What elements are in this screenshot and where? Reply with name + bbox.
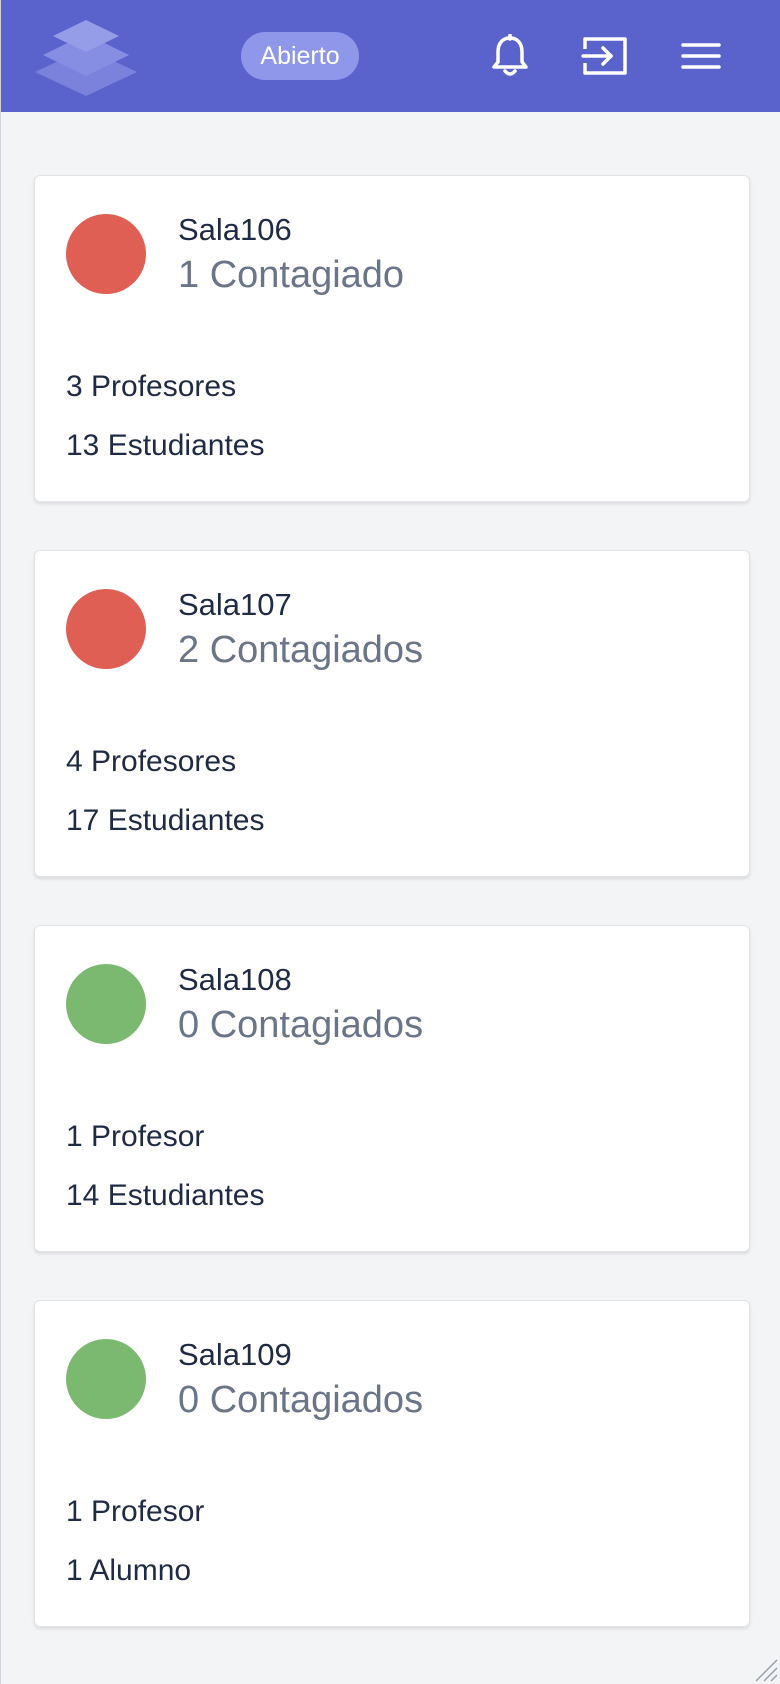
status-indicator	[66, 214, 146, 294]
status-indicator	[66, 589, 146, 669]
infected-count: 2 Contagiados	[178, 629, 424, 671]
room-card[interactable]: Sala107 2 Contagiados 4 Profesores 17 Es…	[34, 550, 750, 877]
status-indicator	[66, 1339, 146, 1419]
top-bar: Abierto	[1, 0, 780, 112]
app-frame: Abierto Sala106 1 Contagiado 3 Profesore…	[0, 0, 780, 1684]
infected-count: 0 Contagiados	[178, 1004, 424, 1046]
status-indicator	[66, 964, 146, 1044]
student-count: 14 Estudiantes	[66, 1179, 265, 1212]
room-card[interactable]: Sala106 1 Contagiado 3 Profesores 13 Est…	[34, 175, 750, 502]
resize-grip-icon[interactable]	[752, 1656, 778, 1682]
room-name: Sala108	[178, 962, 292, 997]
teacher-count: 1 Profesor	[66, 1120, 205, 1153]
login-icon[interactable]	[579, 30, 631, 82]
student-count: 13 Estudiantes	[66, 429, 265, 462]
infected-count: 1 Contagiado	[178, 254, 405, 296]
room-name: Sala107	[178, 587, 292, 622]
teacher-count: 3 Profesores	[66, 370, 237, 403]
bell-icon[interactable]	[484, 30, 536, 82]
room-name: Sala109	[178, 1337, 292, 1372]
layers-logo-icon[interactable]	[31, 18, 141, 106]
room-card[interactable]: Sala108 0 Contagiados 1 Profesor 14 Estu…	[34, 925, 750, 1252]
menu-icon[interactable]	[675, 30, 727, 82]
teacher-count: 4 Profesores	[66, 745, 237, 778]
status-badge[interactable]: Abierto	[241, 32, 359, 80]
infected-count: 0 Contagiados	[178, 1379, 424, 1421]
room-card[interactable]: Sala109 0 Contagiados 1 Profesor 1 Alumn…	[34, 1300, 750, 1627]
room-name: Sala106	[178, 212, 292, 247]
teacher-count: 1 Profesor	[66, 1495, 205, 1528]
student-count: 17 Estudiantes	[66, 804, 265, 837]
student-count: 1 Alumno	[66, 1554, 192, 1587]
